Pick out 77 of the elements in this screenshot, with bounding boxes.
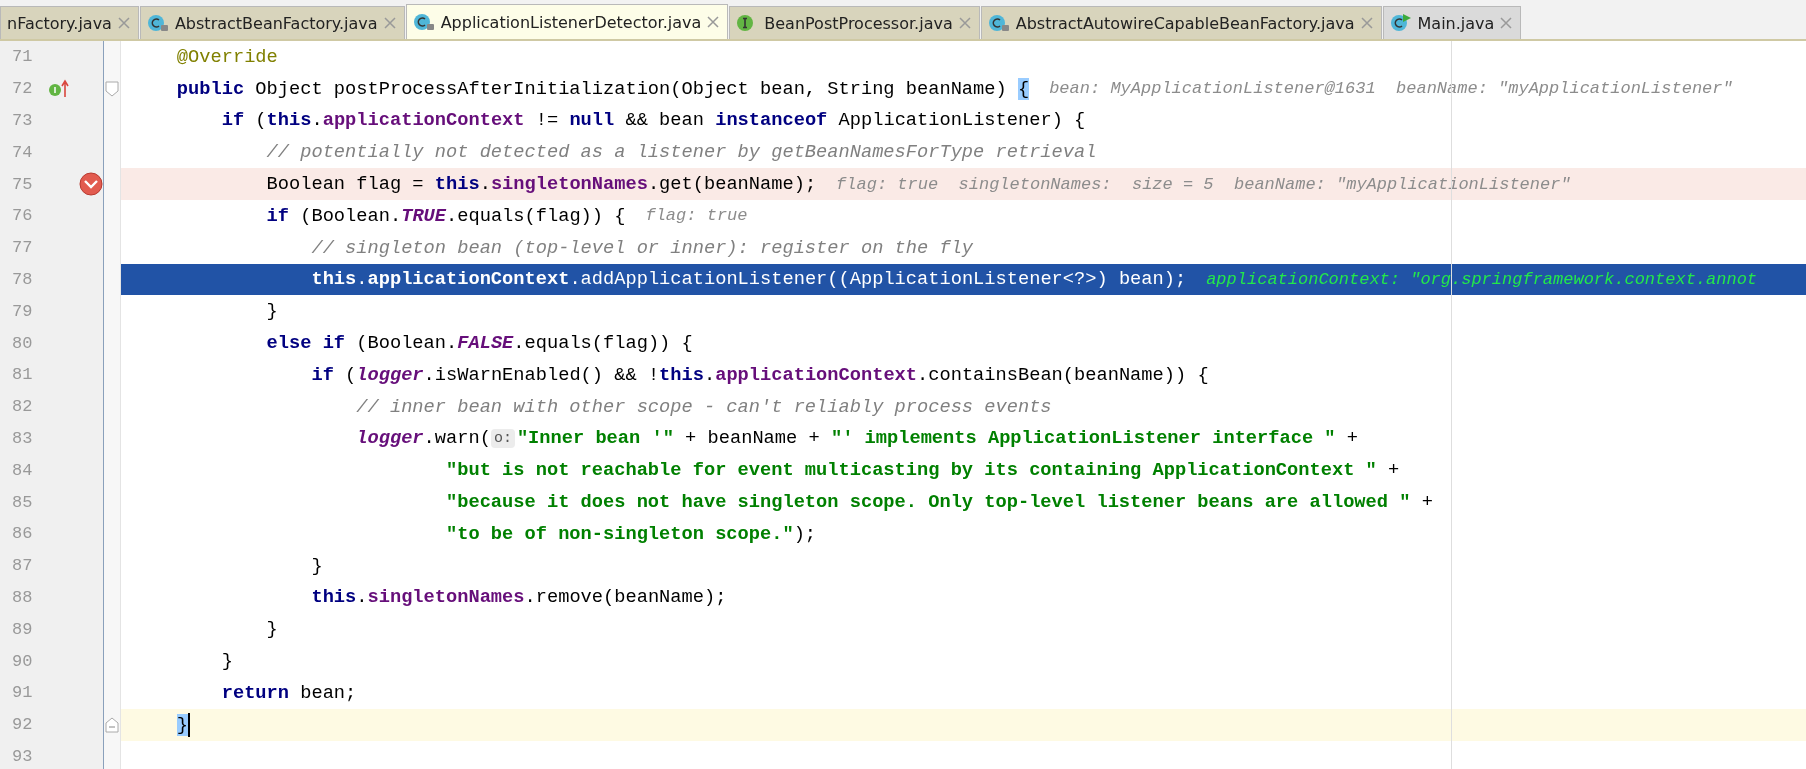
tab-label: nFactory.java [7, 13, 112, 33]
code-text: @Override [175, 45, 278, 68]
line-number: 86 [11, 524, 34, 544]
code-text: "but is not reachable for event multicasting by its containing ApplicationContext " + [445, 459, 1400, 482]
code-text: this.applicationContext.addApplicationListener((ApplicationListener<?>) bean); [310, 268, 1187, 291]
code-text: } [265, 618, 278, 641]
line-number: 72 [11, 79, 34, 99]
tab-label: AbstractBeanFactory.java [174, 13, 378, 33]
line-number: 85 [11, 492, 34, 512]
code-text: this.singletonNames.remove(beanName); [310, 586, 727, 609]
editor-tab[interactable]: BeanPostProcessor.java [729, 6, 980, 39]
code-text: else if (Boolean.FALSE.equals(flag)) { [265, 332, 693, 355]
code-text: } [220, 650, 233, 673]
tab-label: ApplicationListenerDetector.java [440, 12, 702, 32]
line-number: 80 [11, 333, 34, 353]
debug-value: flag: true singletonNames: size = 5 beanName: "myApplicationListener" [836, 174, 1571, 194]
line-number: 84 [11, 460, 34, 480]
tab-label: BeanPostProcessor.java [764, 13, 953, 33]
code-text: // potentially not detected as a listener by getBeanNamesForType retrieval [265, 141, 1097, 164]
line-number: 75 [11, 174, 34, 194]
close-icon[interactable] [1500, 17, 1513, 29]
close-icon[interactable] [1360, 17, 1373, 29]
implements-method-icon[interactable] [48, 78, 72, 99]
line-number: 90 [11, 651, 34, 671]
code-text: } [175, 713, 189, 736]
line-number: 79 [11, 301, 34, 321]
close-icon[interactable] [117, 17, 130, 29]
line-number: 93 [11, 746, 34, 766]
class-icon [412, 12, 435, 32]
code-text: public Object postProcessAfterInitialization(Object bean, String beanName) { [175, 77, 1030, 100]
line-number: 78 [11, 269, 34, 289]
parameter-hint: o: [490, 428, 515, 448]
fold-marker-icon[interactable] [105, 716, 119, 733]
editor-tab[interactable]: ApplicationListenerDetector.java [405, 4, 729, 39]
line-number: 89 [11, 619, 34, 639]
code-text: return bean; [220, 681, 357, 704]
debug-value: bean: MyApplicationListener@1631 beanName: "myApplicationListener" [1049, 79, 1733, 99]
text-caret [188, 712, 191, 737]
class-icon [987, 13, 1010, 33]
fold-marker-icon[interactable] [105, 80, 119, 97]
line-number: 87 [11, 556, 34, 576]
line-number: 83 [11, 428, 34, 448]
code-text: if (Boolean.TRUE.equals(flag)) { [265, 204, 626, 227]
code-text: "Inner bean '" + beanName + "' implements ApplicationListener interface " + [516, 427, 1358, 450]
line-number: 77 [11, 238, 34, 258]
class-icon [1389, 13, 1412, 33]
line-number: 81 [11, 365, 34, 385]
line-number: 71 [11, 47, 34, 67]
editor-tab[interactable]: Main.java [1382, 6, 1522, 39]
code-text: Boolean flag = this.singletonNames.get(beanName); [265, 173, 817, 196]
editor-tab[interactable]: AbstractAutowireCapableBeanFactory.java [980, 6, 1382, 39]
code-text: logger.warn( [355, 427, 491, 450]
editor-tab[interactable]: nFactory.java [0, 6, 139, 39]
debug-value: flag: true [645, 206, 748, 226]
code-text: if (logger.isWarnEnabled() && !this.applicationContext.containsBean(beanName)) { [310, 363, 1209, 386]
tab-label: AbstractAutowireCapableBeanFactory.java [1015, 13, 1355, 33]
code-text: } [265, 300, 278, 323]
tab-label: Main.java [1417, 13, 1495, 33]
line-number: 88 [11, 587, 34, 607]
close-icon[interactable] [707, 16, 720, 28]
breakpoint-icon[interactable] [79, 172, 103, 197]
code-text: // singleton bean (top-level or inner): register on the fly [310, 236, 974, 259]
line-number: 82 [11, 397, 34, 417]
class-icon [146, 13, 169, 33]
line-number: 74 [11, 142, 34, 162]
line-number: 92 [11, 715, 34, 735]
code-text: "because it does not have singleton scope. Only top-level listener beans are allowed " + [445, 491, 1433, 514]
code-text: if (this.applicationContext != null && bean instanceof ApplicationListener) { [220, 109, 1086, 132]
code-text: "to be of non-singleton scope."); [445, 522, 817, 545]
close-icon[interactable] [383, 17, 396, 29]
line-number: 76 [11, 206, 34, 226]
editor-tab[interactable]: AbstractBeanFactory.java [139, 6, 405, 39]
line-number: 73 [11, 111, 34, 130]
code-text: // inner bean with other scope - can't reliably process events [355, 395, 1052, 418]
close-icon[interactable] [958, 17, 971, 29]
code-text: } [310, 554, 323, 577]
line-number: 91 [11, 683, 34, 703]
